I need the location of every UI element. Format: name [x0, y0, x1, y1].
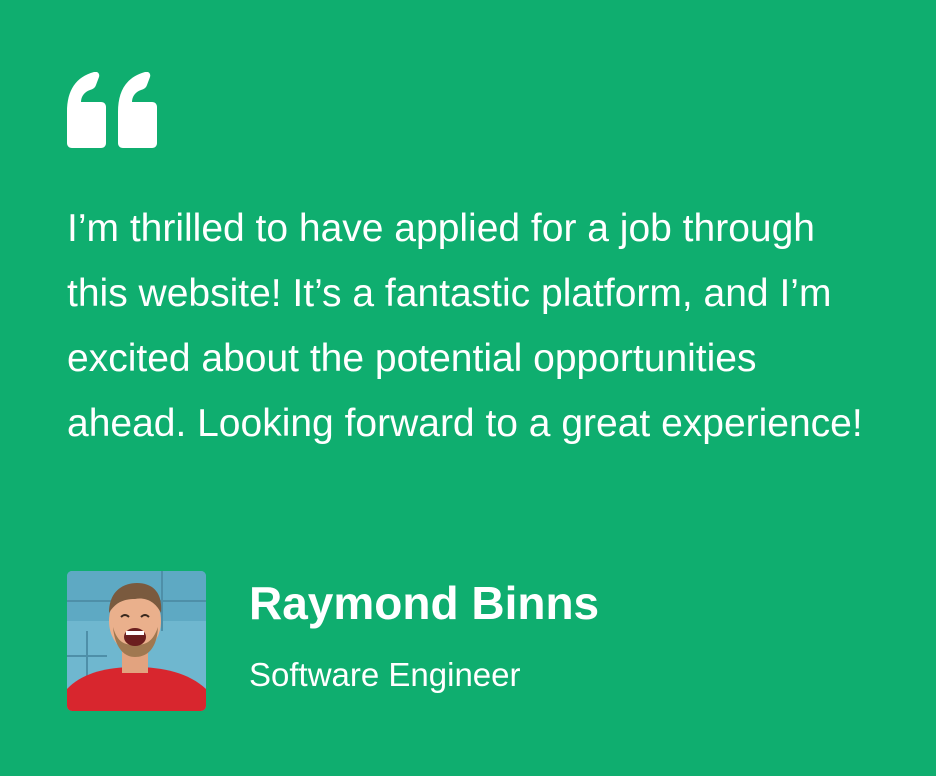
author-name: Raymond Binns	[249, 577, 600, 629]
person-photo	[67, 571, 206, 711]
author-role: Software Engineer	[249, 656, 521, 693]
avatar	[67, 571, 206, 711]
testimonial-card: I’m thrilled to have applied for a job t…	[0, 0, 936, 776]
testimonial-quote: I’m thrilled to have applied for a job t…	[67, 207, 863, 445]
quote-open-icon	[67, 72, 157, 148]
